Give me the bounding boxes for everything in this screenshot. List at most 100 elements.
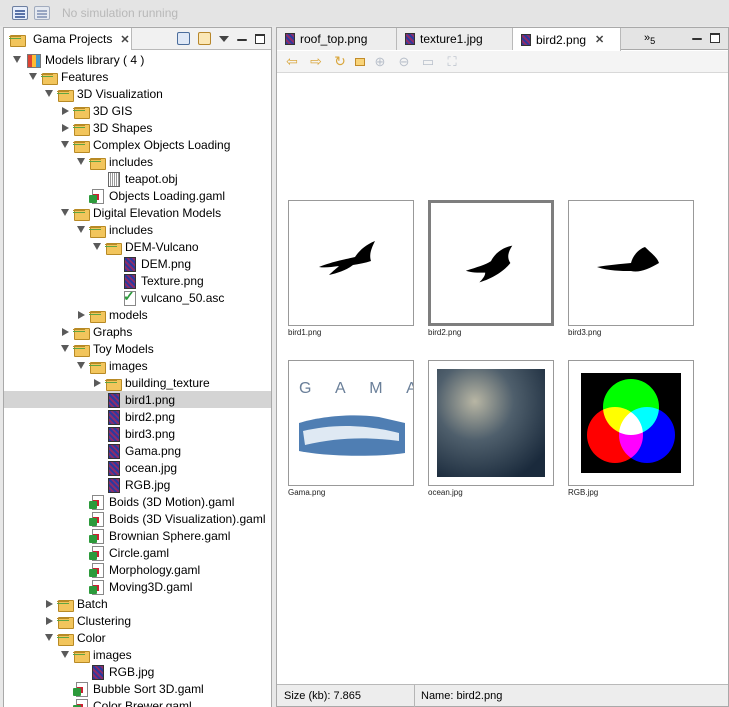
link-editor-icon[interactable] bbox=[198, 32, 211, 45]
tree-item[interactable]: models bbox=[4, 306, 271, 323]
gaml-file-icon bbox=[89, 562, 105, 578]
tree-item[interactable]: 3D Visualization bbox=[4, 85, 271, 102]
fit-icon[interactable] bbox=[355, 57, 365, 66]
thumbnail[interactable] bbox=[568, 360, 694, 486]
tree-item[interactable]: Clustering bbox=[4, 612, 271, 629]
expand-right-icon[interactable] bbox=[60, 327, 70, 337]
tree-item[interactable]: Complex Objects Loading bbox=[4, 136, 271, 153]
actual-size-icon[interactable]: ▭ bbox=[419, 54, 437, 69]
image-file-icon bbox=[521, 33, 531, 46]
tree-item[interactable]: bird2.png bbox=[4, 408, 271, 425]
gaml-file-icon bbox=[89, 188, 105, 204]
tab-roof-top[interactable]: roof_top.png bbox=[277, 28, 397, 50]
tree-item[interactable]: includes bbox=[4, 153, 271, 170]
thumbnail[interactable] bbox=[288, 200, 414, 326]
tree-item[interactable]: ocean.jpg bbox=[4, 459, 271, 476]
tree-item[interactable]: Color bbox=[4, 629, 271, 646]
zoom-out-icon[interactable]: ⊖ bbox=[395, 54, 413, 69]
tree-item[interactable]: includes bbox=[4, 221, 271, 238]
expand-down-icon[interactable] bbox=[76, 225, 86, 235]
image-file-icon bbox=[105, 443, 121, 459]
close-icon[interactable]: ✕ bbox=[120, 33, 129, 46]
thumbnail[interactable]: G A M A bbox=[288, 360, 414, 486]
more-tabs-button[interactable]: »5 bbox=[644, 32, 655, 46]
tree-item[interactable]: Circle.gaml bbox=[4, 544, 271, 561]
tree-item[interactable]: Moving3D.gaml bbox=[4, 578, 271, 595]
tree-item[interactable]: Graphs bbox=[4, 323, 271, 340]
maximize-icon[interactable] bbox=[255, 33, 265, 44]
expand-right-icon[interactable] bbox=[76, 310, 86, 320]
simulation-icon[interactable] bbox=[34, 6, 50, 20]
tree-item[interactable]: Bubble Sort 3D.gaml bbox=[4, 680, 271, 697]
expand-down-icon[interactable] bbox=[92, 242, 102, 252]
expand-down-icon[interactable] bbox=[76, 157, 86, 167]
expand-down-icon[interactable] bbox=[44, 633, 54, 643]
tree-item[interactable]: Morphology.gaml bbox=[4, 561, 271, 578]
tree-item[interactable]: Texture.png bbox=[4, 272, 271, 289]
tree-item[interactable]: Brownian Sphere.gaml bbox=[4, 527, 271, 544]
tree-item[interactable]: Digital Elevation Models bbox=[4, 204, 271, 221]
thumbnail[interactable] bbox=[568, 200, 694, 326]
tree-item-label: RGB.jpg bbox=[125, 477, 171, 492]
tree-item[interactable]: RGB.jpg bbox=[4, 663, 271, 680]
tree-item[interactable]: RGB.jpg bbox=[4, 476, 271, 493]
tree-item[interactable]: vulcano_50.asc bbox=[4, 288, 271, 306]
thumbnail[interactable] bbox=[428, 360, 554, 486]
tree-item[interactable]: Gama.png bbox=[4, 442, 271, 459]
maximize-icon[interactable] bbox=[710, 33, 720, 43]
thumbnail[interactable] bbox=[428, 200, 554, 326]
full-screen-icon[interactable]: ⛶ bbox=[443, 54, 461, 69]
expand-down-icon[interactable] bbox=[28, 72, 38, 82]
tree-item[interactable]: building_texture bbox=[4, 374, 271, 391]
tree-item[interactable]: Color Brewer.gaml bbox=[4, 697, 271, 707]
arrow-right-icon[interactable]: ⇨ bbox=[307, 53, 325, 69]
expand-down-icon[interactable] bbox=[12, 55, 22, 65]
expand-right-icon[interactable] bbox=[60, 123, 70, 133]
tab-bird2[interactable]: bird2.png ✕ bbox=[513, 28, 621, 51]
expand-down-icon[interactable] bbox=[60, 650, 70, 660]
tab-texture1[interactable]: texture1.jpg bbox=[397, 28, 513, 50]
folder-icon bbox=[73, 206, 90, 221]
tree-item-label: Texture.png bbox=[141, 273, 204, 288]
expand-right-icon[interactable] bbox=[44, 599, 54, 609]
tree-item[interactable]: Boids (3D Motion).gaml bbox=[4, 493, 271, 510]
tree-item[interactable]: bird3.png bbox=[4, 425, 271, 442]
tree-item[interactable]: DEM.png bbox=[4, 255, 271, 272]
tree-item[interactable]: bird1.png bbox=[4, 391, 271, 408]
expand-right-icon[interactable] bbox=[60, 106, 70, 116]
expand-right-icon[interactable] bbox=[92, 378, 102, 388]
tree-item[interactable]: teapot.obj bbox=[4, 170, 271, 187]
console-icon[interactable] bbox=[12, 6, 28, 20]
tree-item[interactable]: Boids (3D Visualization).gaml bbox=[4, 510, 271, 527]
expand-right-icon[interactable] bbox=[44, 616, 54, 626]
expand-down-icon[interactable] bbox=[60, 140, 70, 150]
minimize-icon[interactable] bbox=[692, 38, 702, 40]
rotate-icon[interactable]: ↻ bbox=[331, 53, 349, 69]
tree-item[interactable]: images bbox=[4, 646, 271, 663]
tree-item[interactable]: Objects Loading.gaml bbox=[4, 187, 271, 204]
minimize-icon[interactable] bbox=[237, 38, 247, 41]
tree-item[interactable]: Features bbox=[4, 68, 271, 85]
gama-image: G A M A bbox=[299, 380, 413, 456]
tree-item[interactable]: Models library ( 4 ) bbox=[4, 51, 271, 68]
image-toolbar: ⇦ ⇨ ↻ ⊕ ⊖ ▭ ⛶ bbox=[277, 51, 728, 73]
collapse-all-icon[interactable] bbox=[177, 32, 190, 45]
tree-item[interactable]: Toy Models bbox=[4, 340, 271, 357]
tree-item-label: building_texture bbox=[125, 375, 210, 390]
view-menu-icon[interactable] bbox=[219, 35, 229, 42]
tree-item-label: Objects Loading.gaml bbox=[109, 188, 226, 203]
tree-item-label: 3D GIS bbox=[93, 103, 133, 118]
expand-down-icon[interactable] bbox=[76, 361, 86, 371]
arrow-left-icon[interactable]: ⇦ bbox=[283, 53, 301, 69]
tree-item[interactable]: 3D Shapes bbox=[4, 119, 271, 136]
zoom-in-icon[interactable]: ⊕ bbox=[371, 54, 389, 69]
tree-item[interactable]: Batch bbox=[4, 595, 271, 612]
tab-gama-projects[interactable]: Gama Projects ✕ bbox=[4, 28, 132, 50]
expand-down-icon[interactable] bbox=[60, 344, 70, 354]
expand-down-icon[interactable] bbox=[44, 89, 54, 99]
tree-item[interactable]: DEM-Vulcano bbox=[4, 238, 271, 255]
tree-item[interactable]: images bbox=[4, 357, 271, 374]
close-icon[interactable]: ✕ bbox=[595, 33, 604, 46]
expand-down-icon[interactable] bbox=[60, 208, 70, 218]
tree-item[interactable]: 3D GIS bbox=[4, 102, 271, 119]
